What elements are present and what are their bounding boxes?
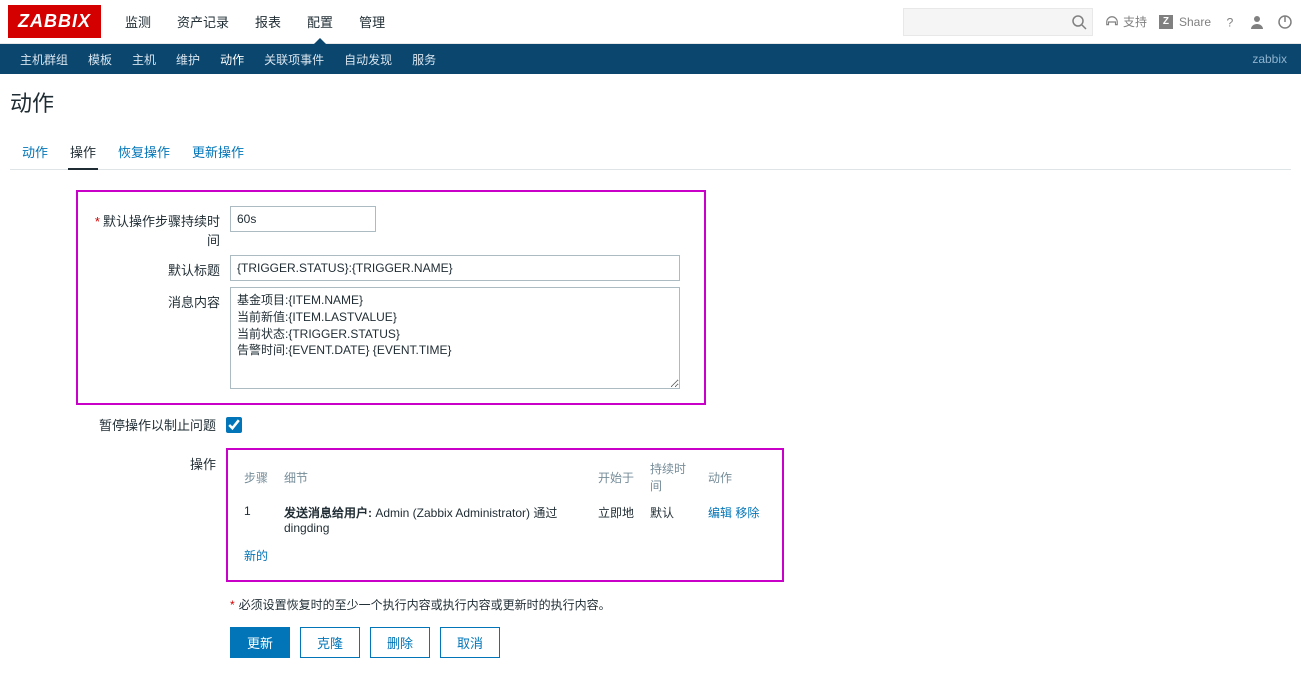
ops-table: 步骤 细节 开始于 持续时间 动作 1 发送消息给用户: Admin (Zabb… (238, 456, 772, 570)
svg-text:?: ? (1227, 15, 1234, 29)
hint-text: *必须设置恢复时的至少一个执行内容或执行内容或更新时的执行内容。 (230, 596, 1291, 613)
headset-icon (1105, 15, 1119, 29)
update-button[interactable]: 更新 (230, 627, 290, 658)
sub-actions[interactable]: 动作 (210, 43, 254, 76)
share-link[interactable]: Z Share (1159, 15, 1211, 29)
new-link[interactable]: 新的 (244, 549, 268, 563)
clone-button[interactable]: 克隆 (300, 627, 360, 658)
cancel-button[interactable]: 取消 (440, 627, 500, 658)
tab-action[interactable]: 动作 (20, 136, 50, 169)
header-right: 支持 Z Share ? (903, 8, 1293, 36)
form-area: *默认操作步骤持续时间 默认标题 消息内容 暂停操作以制止问题 操作 步骤 (10, 190, 1291, 658)
title-label: 默认标题 (86, 255, 230, 279)
share-badge-icon: Z (1159, 15, 1173, 29)
remove-link[interactable]: 移除 (735, 506, 759, 520)
tab-update[interactable]: 更新操作 (190, 136, 246, 169)
top-menu: 监测 资产记录 报表 配置 管理 (113, 0, 903, 43)
support-label: 支持 (1123, 13, 1147, 30)
col-start: 开始于 (592, 456, 644, 498)
sub-hostgroups[interactable]: 主机群组 (10, 43, 78, 76)
sub-right-label: zabbix (1252, 52, 1291, 66)
page-title: 动作 (0, 74, 1301, 132)
ops-label: 操作 (82, 448, 226, 582)
user-icon (1249, 14, 1265, 30)
sub-hosts[interactable]: 主机 (122, 43, 166, 76)
user-link[interactable] (1249, 14, 1265, 30)
search-icon[interactable] (1071, 14, 1087, 30)
search-input[interactable] (903, 8, 1093, 36)
sub-discovery[interactable]: 自动发现 (334, 43, 402, 76)
title-input[interactable] (230, 255, 680, 281)
highlight-box-1: *默认操作步骤持续时间 默认标题 消息内容 (76, 190, 706, 405)
tab-operation[interactable]: 操作 (68, 136, 98, 169)
col-step: 步骤 (238, 456, 278, 498)
sub-services[interactable]: 服务 (402, 43, 446, 76)
tabs: 动作 操作 恢复操作 更新操作 (10, 136, 1291, 170)
sub-templates[interactable]: 模板 (78, 43, 122, 76)
help-icon: ? (1223, 15, 1237, 29)
top-menu-assets[interactable]: 资产记录 (165, 0, 241, 43)
content: 动作 操作 恢复操作 更新操作 *默认操作步骤持续时间 默认标题 消息内容 暂停… (0, 132, 1301, 678)
logout-link[interactable] (1277, 14, 1293, 30)
top-menu-monitor[interactable]: 监测 (113, 0, 163, 43)
sub-menu: 主机群组 模板 主机 维护 动作 关联项事件 自动发现 服务 (10, 43, 1252, 76)
cell-start: 立即地 (592, 498, 644, 541)
sub-header: 主机群组 模板 主机 维护 动作 关联项事件 自动发现 服务 zabbix (0, 44, 1301, 74)
sub-maintenance[interactable]: 维护 (166, 43, 210, 76)
search-box (903, 8, 1093, 36)
cell-actions: 编辑 移除 (702, 498, 772, 541)
ops-highlight-box: 步骤 细节 开始于 持续时间 动作 1 发送消息给用户: Admin (Zabb… (226, 448, 784, 582)
duration-label: *默认操作步骤持续时间 (86, 206, 230, 249)
tab-recovery[interactable]: 恢复操作 (116, 136, 172, 169)
support-link[interactable]: 支持 (1105, 13, 1147, 30)
col-duration: 持续时间 (644, 456, 702, 498)
power-icon (1277, 14, 1293, 30)
buttons-row: 更新 克隆 删除 取消 (230, 627, 1291, 658)
top-menu-admin[interactable]: 管理 (347, 0, 397, 43)
cell-step: 1 (238, 498, 278, 541)
message-textarea[interactable] (230, 287, 680, 389)
top-menu-config[interactable]: 配置 (295, 0, 345, 43)
cell-detail: 发送消息给用户: Admin (Zabbix Administrator) 通过… (278, 498, 592, 541)
message-label: 消息内容 (86, 287, 230, 311)
col-action: 动作 (702, 456, 772, 498)
brand-logo[interactable]: ZABBIX (8, 5, 101, 38)
col-detail: 细节 (278, 456, 592, 498)
top-header: ZABBIX 监测 资产记录 报表 配置 管理 支持 Z Share ? (0, 0, 1301, 44)
pause-checkbox[interactable] (226, 417, 242, 433)
help-link[interactable]: ? (1223, 15, 1237, 29)
sub-correlation[interactable]: 关联项事件 (254, 43, 334, 76)
edit-link[interactable]: 编辑 (708, 506, 732, 520)
share-label: Share (1179, 15, 1211, 29)
pause-label: 暂停操作以制止问题 (82, 415, 226, 434)
duration-input[interactable] (230, 206, 376, 232)
cell-duration: 默认 (644, 498, 702, 541)
delete-button[interactable]: 删除 (370, 627, 430, 658)
table-row: 1 发送消息给用户: Admin (Zabbix Administrator) … (238, 498, 772, 541)
top-menu-reports[interactable]: 报表 (243, 0, 293, 43)
